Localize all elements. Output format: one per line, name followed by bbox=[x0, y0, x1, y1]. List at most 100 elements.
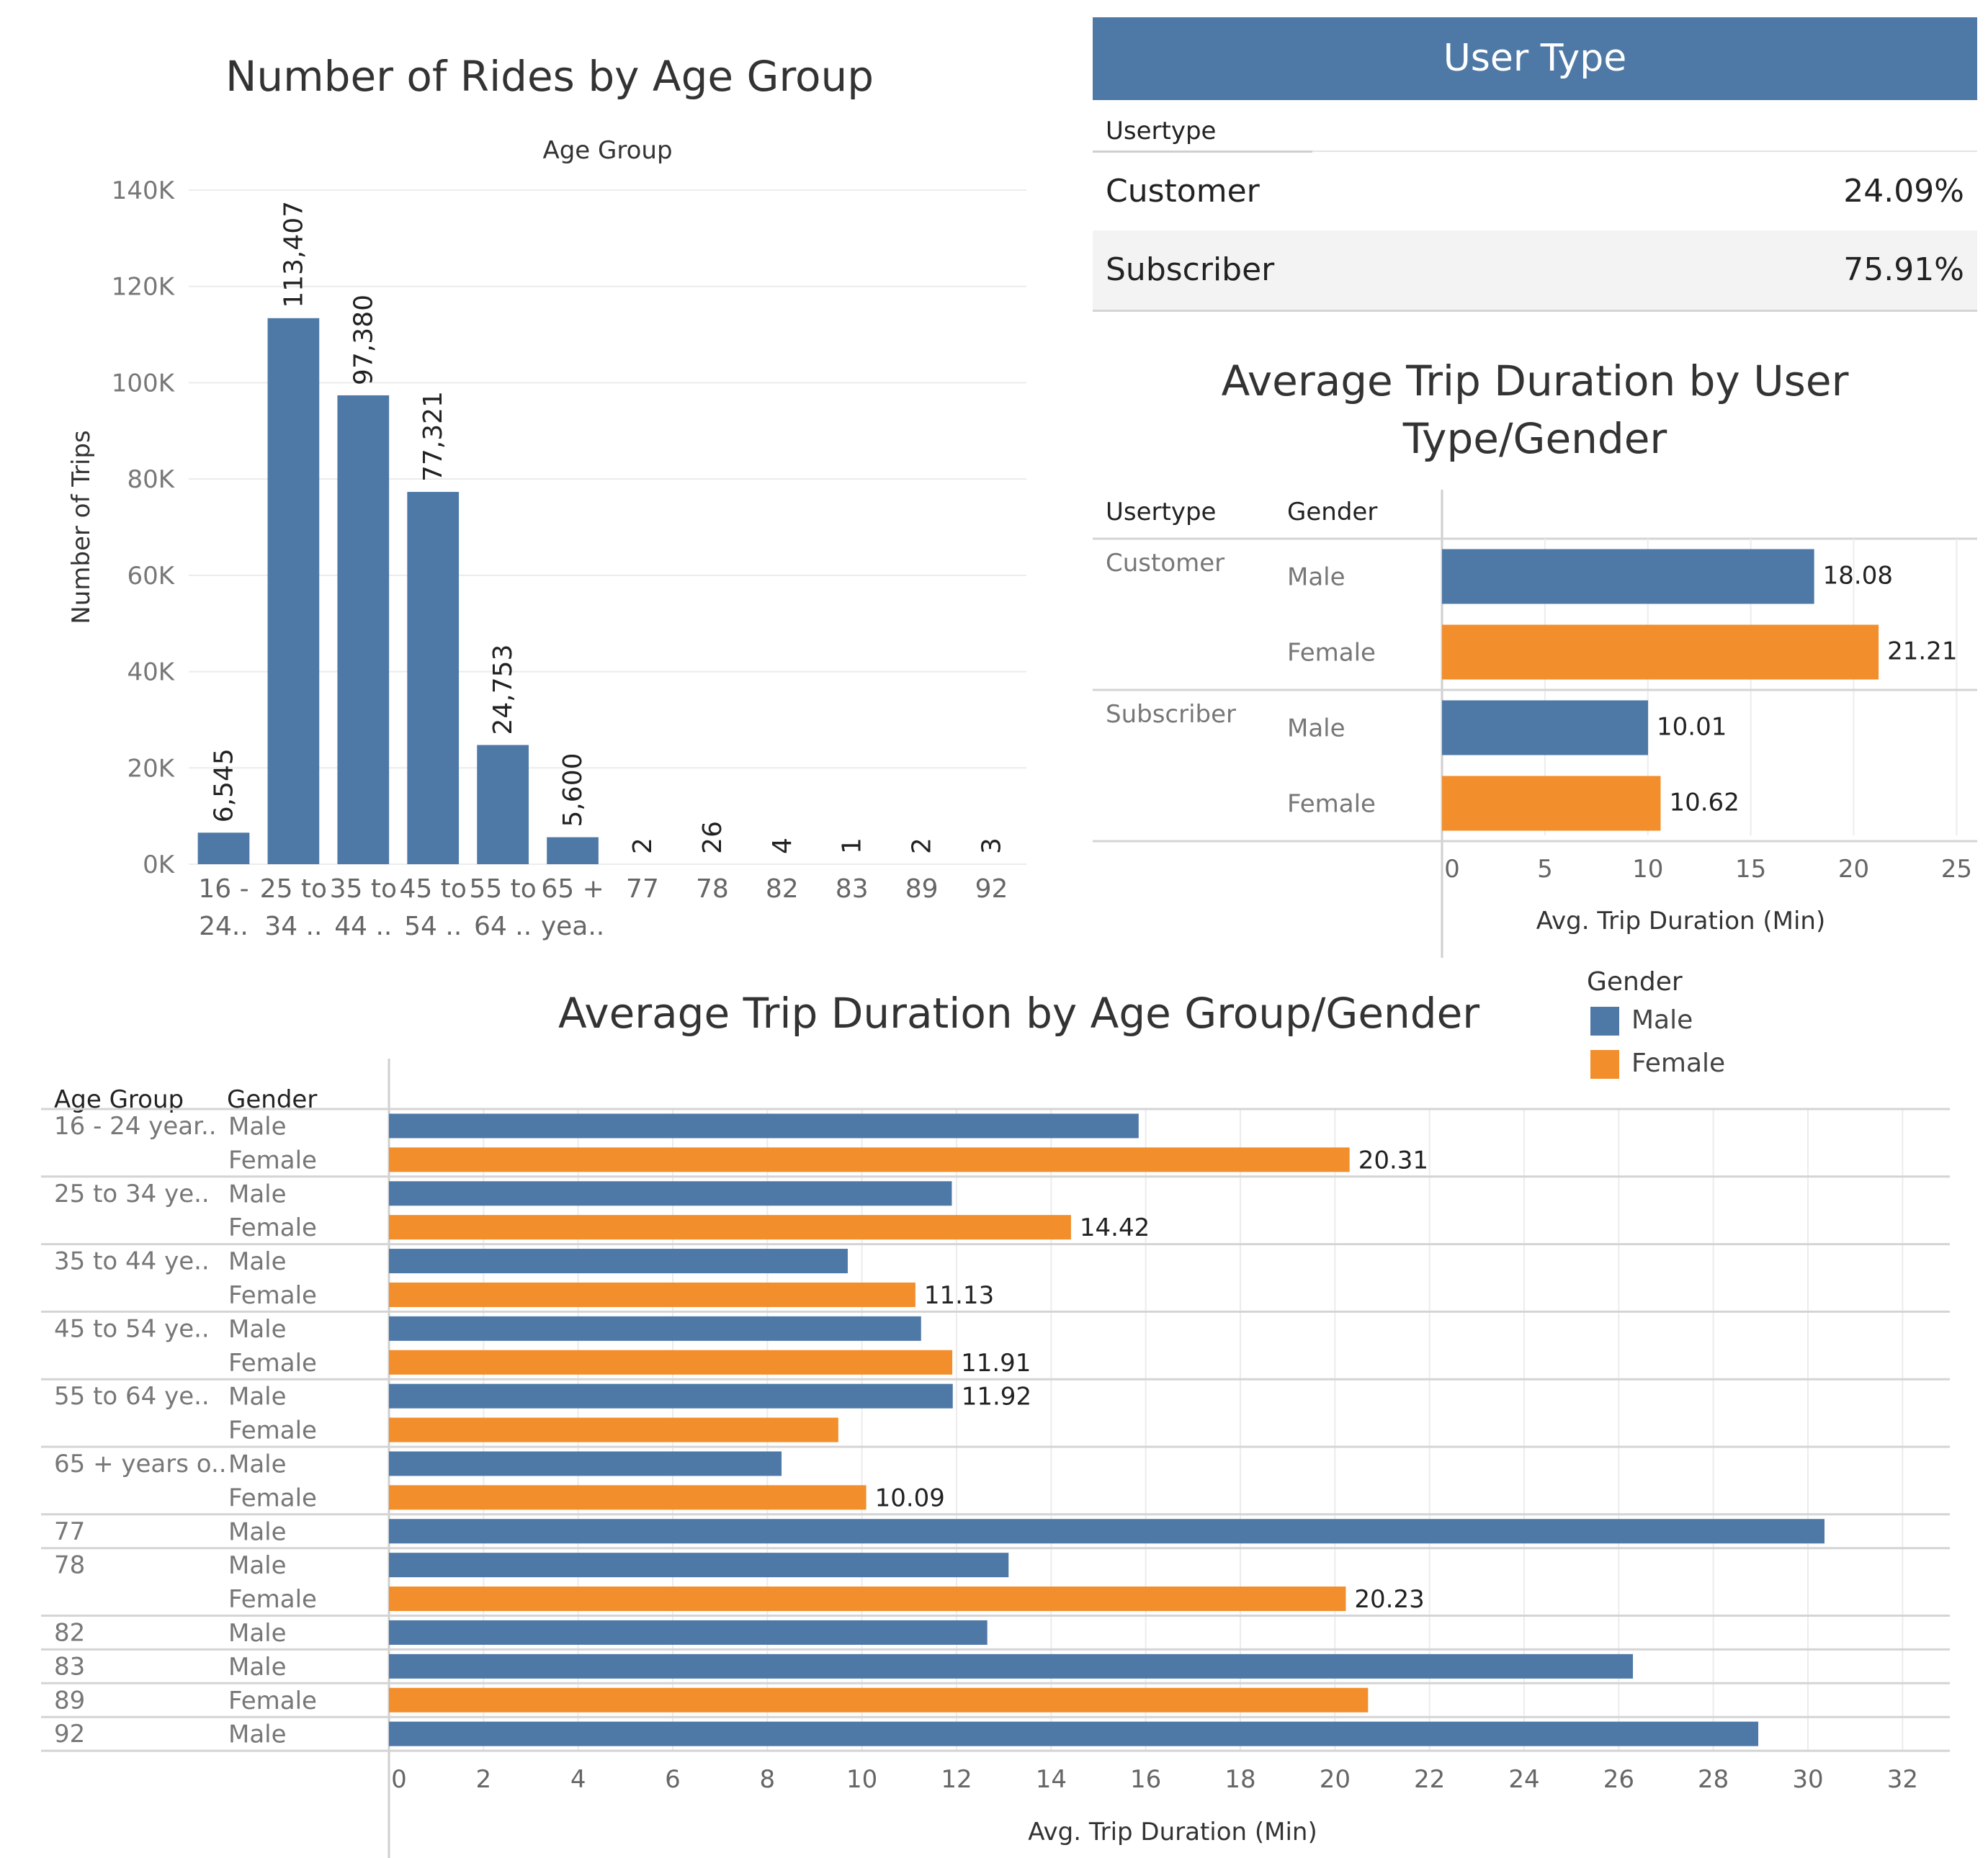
bar-data-label: 24,753 bbox=[488, 645, 518, 735]
column-header-usertype: Usertype bbox=[1106, 498, 1216, 526]
x-tick-label: 55 to bbox=[469, 874, 536, 904]
x-tick-label: 45 to bbox=[400, 874, 467, 904]
age-group-label: 83 bbox=[54, 1652, 85, 1681]
bar bbox=[389, 1383, 953, 1409]
duration-by-user-title-line2: Type/Gender bbox=[1402, 414, 1667, 463]
bar bbox=[389, 1451, 782, 1476]
x-tick-label: 30 bbox=[1792, 1765, 1823, 1794]
gender-label: Male bbox=[228, 1653, 287, 1682]
bar-data-label: 3 bbox=[977, 838, 1007, 854]
bar bbox=[407, 492, 460, 864]
duration-by-age-chart: Age Group Gender0 2 4 6 8 10 12 14 16 18 20 22 24 26 28… bbox=[41, 1059, 1950, 1858]
age-group-label: 82 bbox=[54, 1619, 85, 1648]
age-group-label: 65 + years o.. bbox=[54, 1450, 227, 1478]
usertype-percent: 24.09% bbox=[1843, 173, 1964, 210]
bar-data-label: 10.09 bbox=[875, 1484, 945, 1512]
x-tick-label: 65 + bbox=[541, 874, 604, 904]
x-tick-label: 35 to bbox=[330, 874, 397, 904]
x-tick-label: 32 bbox=[1887, 1765, 1918, 1794]
bar bbox=[389, 1113, 1139, 1139]
bar bbox=[389, 1417, 838, 1442]
x-axis-title: Avg. Trip Duration (Min) bbox=[1028, 1818, 1317, 1846]
usertype-label: Customer bbox=[1106, 549, 1224, 578]
rides-bar-chart: Age Group Number of Trips 0K 20K 40K 60K 80K 10… bbox=[67, 136, 1026, 941]
x-tick-label: 78 bbox=[696, 874, 729, 904]
y-axis-title: Number of Trips bbox=[67, 430, 96, 624]
bar-data-label: 11.91 bbox=[961, 1349, 1031, 1378]
x-tick-label: 34 .. bbox=[264, 912, 322, 941]
x-tick-label: 92 bbox=[975, 874, 1008, 904]
usertype-row-subscriber: Subscriber 75.91% bbox=[1093, 230, 1977, 312]
bar-data-label: 5,600 bbox=[558, 753, 588, 827]
legend-male-label: Male bbox=[1631, 1005, 1693, 1035]
x-tick-label: 20 bbox=[1320, 1765, 1351, 1794]
bar-data-label: 10.62 bbox=[1669, 789, 1739, 817]
bar-data-label: 14.42 bbox=[1080, 1213, 1150, 1242]
bar bbox=[389, 1147, 1350, 1172]
bar bbox=[389, 1215, 1071, 1240]
x-tick-label: 25 bbox=[1941, 855, 1972, 884]
bar bbox=[547, 837, 599, 864]
y-tick-label: 140K bbox=[112, 176, 176, 205]
age-group-label: 77 bbox=[54, 1517, 85, 1546]
y-tick-label: 100K bbox=[112, 369, 176, 398]
bar bbox=[389, 1519, 1824, 1544]
gender-label: Male bbox=[228, 1720, 287, 1749]
gender-label: Male bbox=[228, 1383, 287, 1412]
bar-data-label: 113,407 bbox=[279, 201, 308, 308]
bar-data-label: 2 bbox=[908, 838, 937, 854]
bar-data-label: 26 bbox=[698, 821, 727, 854]
x-tick-label: yea.. bbox=[541, 912, 604, 941]
bar-data-label: 10.01 bbox=[1657, 713, 1727, 742]
x-tick-label: 14 bbox=[1036, 1765, 1067, 1794]
bar bbox=[389, 1687, 1369, 1713]
gender-label: Female bbox=[228, 1484, 317, 1512]
gender-label: Male bbox=[1287, 563, 1346, 592]
rides-chart-title: Number of Rides by Age Group bbox=[225, 52, 874, 101]
x-tick-label: 5 bbox=[1537, 855, 1553, 884]
age-group-label: 45 to 54 ye.. bbox=[54, 1314, 210, 1343]
gender-label: Female bbox=[228, 1417, 317, 1445]
bar bbox=[389, 1587, 1346, 1612]
gender-label: Female bbox=[1287, 639, 1376, 668]
bar-data-label: 4 bbox=[768, 838, 797, 854]
usertype-percent: 75.91% bbox=[1843, 251, 1964, 288]
gender-label: Male bbox=[228, 1551, 287, 1580]
age-group-label: 89 bbox=[54, 1686, 85, 1715]
bar bbox=[389, 1316, 921, 1341]
bar-data-label: 97,380 bbox=[349, 295, 378, 385]
bar bbox=[389, 1553, 1009, 1578]
legend-title: Gender bbox=[1587, 967, 1683, 997]
gender-label: Male bbox=[1287, 714, 1346, 743]
bar bbox=[389, 1485, 867, 1510]
gender-label: Male bbox=[228, 1517, 287, 1546]
x-tick-label: 83 bbox=[836, 874, 869, 904]
bar bbox=[389, 1620, 988, 1645]
x-tick-label: 82 bbox=[766, 874, 799, 904]
bar-data-label: 1 bbox=[838, 838, 867, 854]
x-axis-title: Avg. Trip Duration (Min) bbox=[1536, 907, 1826, 935]
bar bbox=[337, 395, 390, 864]
age-group-label: 78 bbox=[54, 1551, 85, 1580]
bar bbox=[1442, 549, 1814, 604]
x-tick-label: 24.. bbox=[199, 912, 248, 941]
y-tick-label: 0K bbox=[143, 851, 176, 879]
age-group-label: 16 - 24 year.. bbox=[54, 1112, 217, 1141]
gender-label: Female bbox=[228, 1585, 317, 1614]
age-group-label: 25 to 34 ye.. bbox=[54, 1180, 210, 1208]
x-tick-label: 25 to bbox=[260, 874, 327, 904]
x-tick-label: 12 bbox=[941, 1765, 972, 1794]
usertype-header-divider-right bbox=[1312, 151, 1977, 152]
bar bbox=[389, 1181, 952, 1206]
x-tick-label: 6 bbox=[665, 1765, 681, 1794]
bar-data-label: 2 bbox=[628, 838, 658, 854]
usertype-label: Subscriber bbox=[1106, 251, 1275, 288]
x-tick-label: 4 bbox=[570, 1765, 586, 1794]
gender-label: Female bbox=[228, 1687, 317, 1715]
age-group-label: 35 to 44 ye.. bbox=[54, 1247, 210, 1276]
column-header-gender: Gender bbox=[1287, 498, 1377, 526]
bar-data-label: 11.92 bbox=[962, 1383, 1031, 1412]
x-tick-label: 24 bbox=[1508, 1765, 1539, 1794]
gender-label: Female bbox=[228, 1213, 317, 1242]
x-tick-label: 10 bbox=[1632, 855, 1663, 884]
